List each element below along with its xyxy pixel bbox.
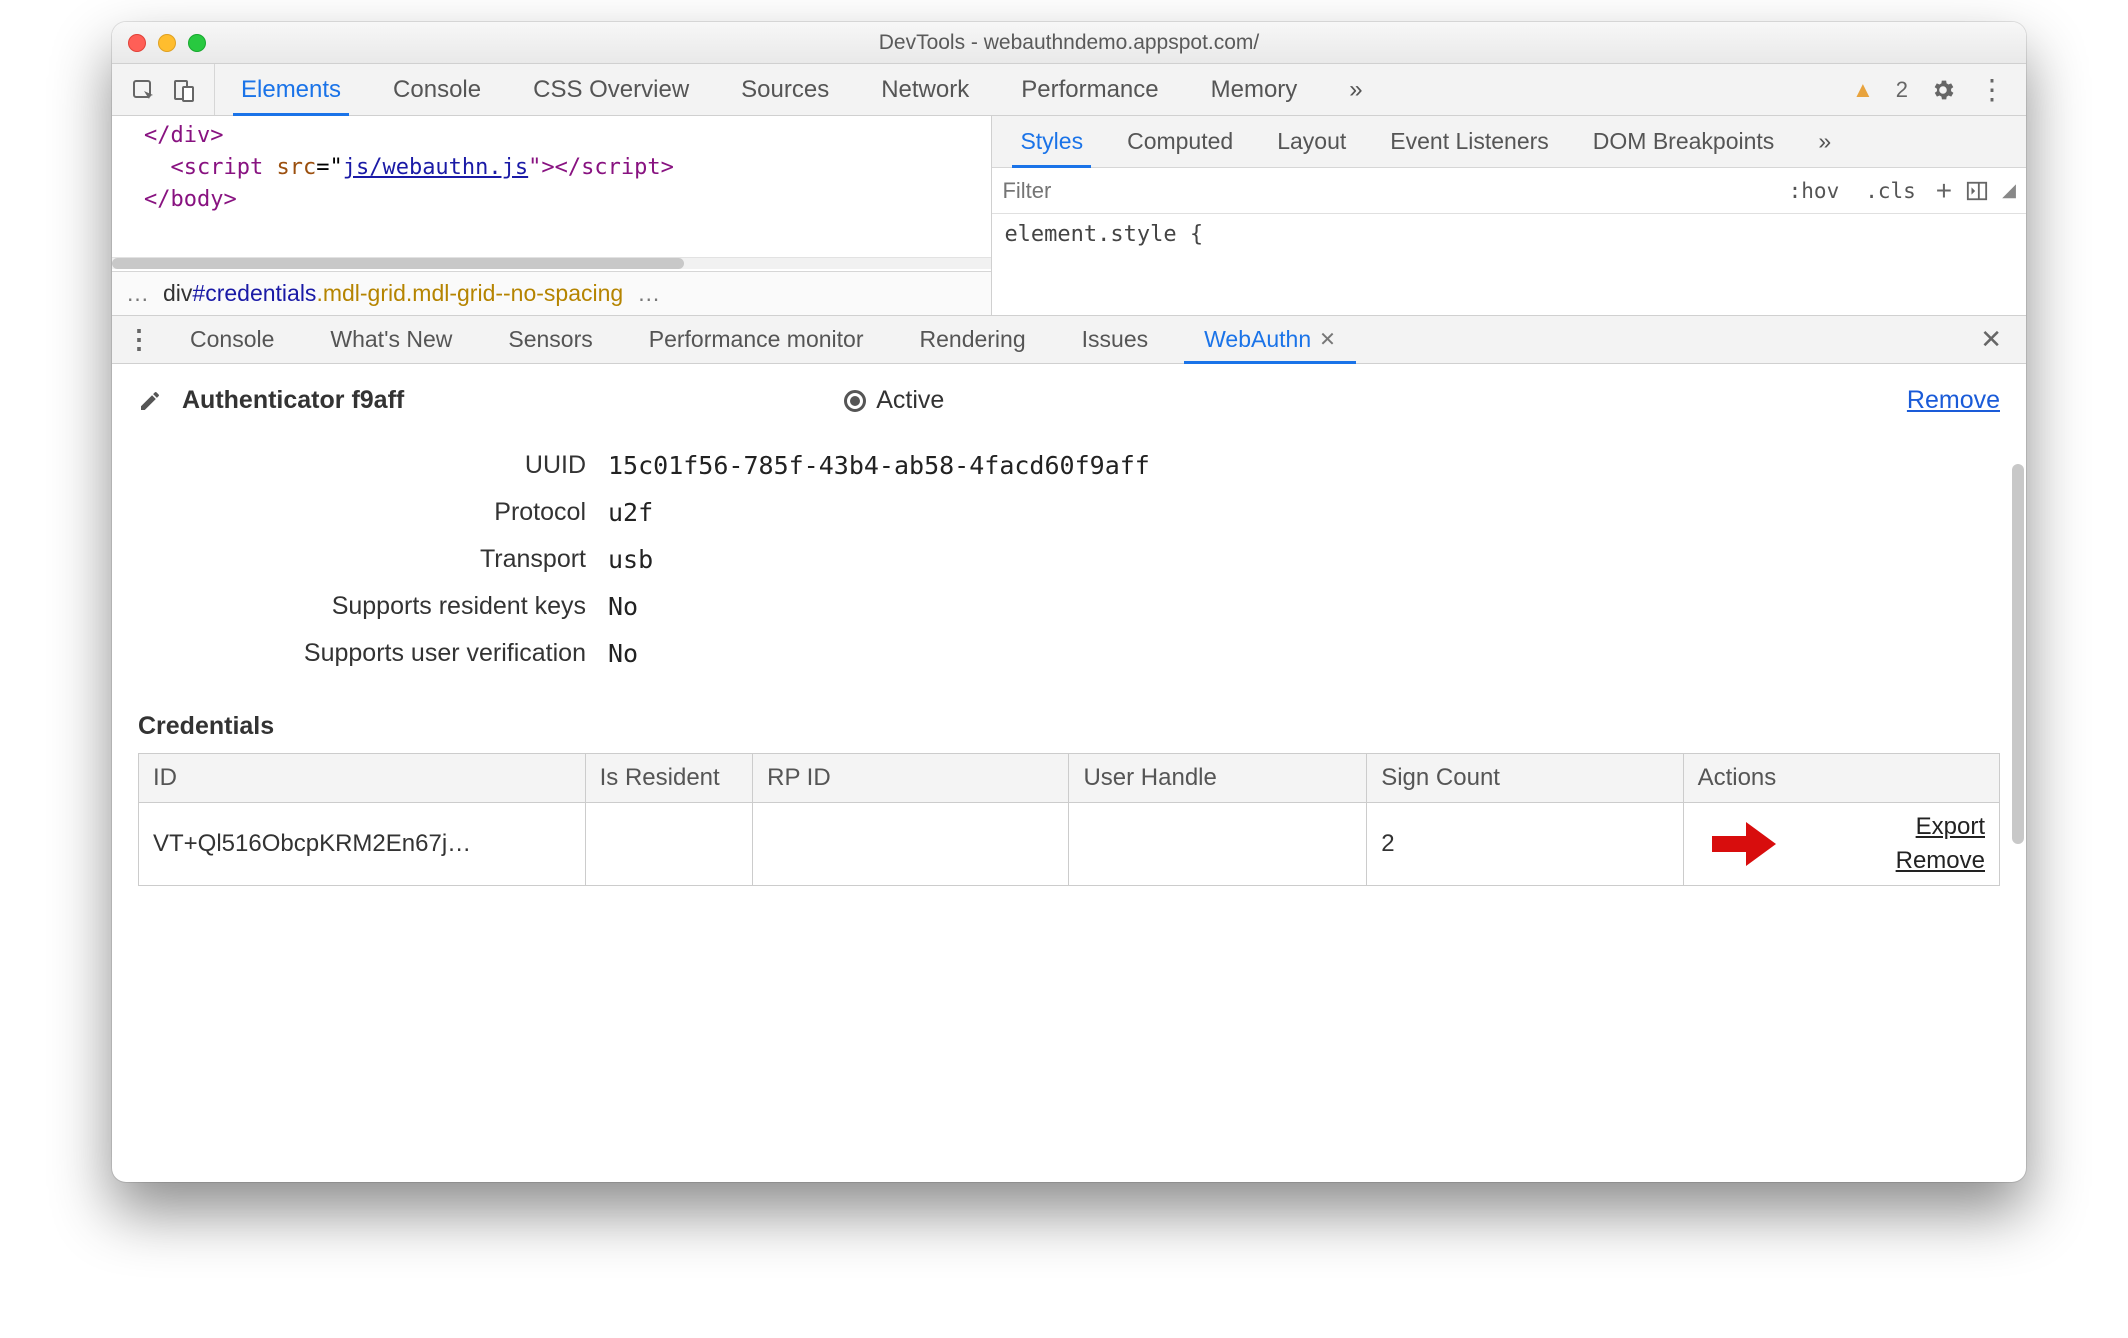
drawer-tab-issues[interactable]: Issues xyxy=(1054,316,1176,363)
styles-filter-row: :hov .cls + ◢ xyxy=(992,168,2026,214)
col-user-handle[interactable]: User Handle xyxy=(1069,754,1367,803)
styles-tab-styles[interactable]: Styles xyxy=(998,116,1105,167)
styles-subtabs: Styles Computed Layout Event Listeners D… xyxy=(992,116,2026,168)
tab-console[interactable]: Console xyxy=(367,64,507,115)
drawer-tab-whats-new[interactable]: What's New xyxy=(302,316,480,363)
col-is-resident[interactable]: Is Resident xyxy=(585,754,752,803)
tab-network[interactable]: Network xyxy=(855,64,995,115)
window-title: DevTools - webauthndemo.appspot.com/ xyxy=(112,31,2026,55)
webauthn-panel: Authenticator f9aff Active Remove UUID 1… xyxy=(112,364,2026,1182)
tab-performance[interactable]: Performance xyxy=(995,64,1184,115)
annotation-arrow-icon xyxy=(1708,816,1780,872)
drawer-tab-performance-monitor[interactable]: Performance monitor xyxy=(621,316,892,363)
uuid-label: UUID xyxy=(138,451,608,480)
authenticator-details: UUID 15c01f56-785f-43b4-ab58-4facd60f9af… xyxy=(138,451,2000,668)
warning-count[interactable]: 2 xyxy=(1896,77,1908,103)
credentials-heading: Credentials xyxy=(138,712,2000,741)
breadcrumb-prev[interactable]: … xyxy=(126,280,149,307)
cred-user-handle xyxy=(1069,803,1367,886)
tab-memory[interactable]: Memory xyxy=(1185,64,1324,115)
toolbar-left-icons xyxy=(112,64,215,115)
authenticator-name: Authenticator f9aff xyxy=(182,386,404,415)
main-tabs: Elements Console CSS Overview Sources Ne… xyxy=(215,64,1389,115)
cred-id: VT+Ql516ObcpKRM2En67j… xyxy=(139,803,586,886)
resident-value: No xyxy=(608,592,2000,621)
close-tab-icon[interactable]: ✕ xyxy=(1319,327,1336,352)
drawer-tab-rendering[interactable]: Rendering xyxy=(892,316,1054,363)
protocol-value: u2f xyxy=(608,498,2000,527)
styles-pane: Styles Computed Layout Event Listeners D… xyxy=(992,116,2026,315)
vertical-scrollbar[interactable] xyxy=(2012,464,2024,844)
styles-tab-computed[interactable]: Computed xyxy=(1105,116,1255,167)
remove-credential-link[interactable]: Remove xyxy=(1896,847,1985,875)
protocol-label: Protocol xyxy=(138,498,608,527)
more-tabs-button[interactable]: » xyxy=(1323,64,1388,115)
styles-tab-layout[interactable]: Layout xyxy=(1255,116,1368,167)
radio-icon xyxy=(844,390,866,412)
styles-filter-input[interactable] xyxy=(1002,178,1768,204)
cred-actions: Export Remove xyxy=(1683,803,1999,886)
table-row: VT+Ql516ObcpKRM2En67j… 2 Export Remove xyxy=(139,803,2000,886)
main-toolbar: Elements Console CSS Overview Sources Ne… xyxy=(112,64,2026,116)
kebab-menu-icon[interactable]: ⋮ xyxy=(1978,73,2004,106)
tab-sources[interactable]: Sources xyxy=(715,64,855,115)
elements-split: </div> <script src="js/webauthn.js"></sc… xyxy=(112,116,2026,316)
transport-value: usb xyxy=(608,545,2000,574)
toolbar-right: ▲ 2 ⋮ xyxy=(1852,73,2026,106)
settings-gear-icon[interactable] xyxy=(1930,77,1956,103)
col-actions[interactable]: Actions xyxy=(1683,754,1999,803)
authenticator-header: Authenticator f9aff Active Remove xyxy=(138,386,2000,415)
edit-pencil-icon[interactable] xyxy=(138,389,162,413)
cred-sign-count: 2 xyxy=(1367,803,1683,886)
drawer-menu-icon[interactable]: ⋮ xyxy=(126,324,162,355)
export-credential-link[interactable]: Export xyxy=(1916,813,1985,841)
tab-css-overview[interactable]: CSS Overview xyxy=(507,64,715,115)
styles-more-tabs[interactable]: » xyxy=(1796,116,1853,167)
close-drawer-icon[interactable]: ✕ xyxy=(1980,324,2012,355)
remove-authenticator-link[interactable]: Remove xyxy=(1907,386,2000,415)
col-sign-count[interactable]: Sign Count xyxy=(1367,754,1683,803)
device-toolbar-icon[interactable] xyxy=(172,79,194,101)
titlebar: DevTools - webauthndemo.appspot.com/ xyxy=(112,22,2026,64)
cred-rp-id xyxy=(753,803,1069,886)
table-header-row: ID Is Resident RP ID User Handle Sign Co… xyxy=(139,754,2000,803)
elements-code[interactable]: </div> <script src="js/webauthn.js"></sc… xyxy=(112,116,991,257)
hov-toggle[interactable]: :hov xyxy=(1783,179,1846,203)
active-radio[interactable]: Active xyxy=(844,386,944,415)
verify-label: Supports user verification xyxy=(138,639,608,668)
resize-corner-icon[interactable]: ◢ xyxy=(2002,180,2016,201)
drawer-tab-webauthn[interactable]: WebAuthn ✕ xyxy=(1176,316,1364,363)
uuid-value: 15c01f56-785f-43b4-ab58-4facd60f9aff xyxy=(608,451,2000,480)
devtools-window: DevTools - webauthndemo.appspot.com/ Ele… xyxy=(112,22,2026,1182)
add-rule-icon[interactable]: + xyxy=(1936,175,1952,207)
toggle-sidebar-icon[interactable] xyxy=(1966,180,1988,202)
styles-tab-event-listeners[interactable]: Event Listeners xyxy=(1368,116,1571,167)
active-label: Active xyxy=(876,386,944,415)
breadcrumb[interactable]: … div#credentials.mdl-grid.mdl-grid--no-… xyxy=(112,271,991,315)
cred-is-resident xyxy=(585,803,752,886)
breadcrumb-next[interactable]: … xyxy=(637,280,660,307)
drawer-tabbar: ⋮ Console What's New Sensors Performance… xyxy=(112,316,2026,364)
drawer-tab-sensors[interactable]: Sensors xyxy=(480,316,620,363)
horizontal-scrollbar[interactable] xyxy=(112,257,991,269)
breadcrumb-current[interactable]: div#credentials.mdl-grid.mdl-grid--no-sp… xyxy=(163,280,623,307)
drawer-tab-console[interactable]: Console xyxy=(162,316,302,363)
styles-tab-dom-breakpoints[interactable]: DOM Breakpoints xyxy=(1571,116,1797,167)
elements-tree-pane: </div> <script src="js/webauthn.js"></sc… xyxy=(112,116,992,315)
style-rule-body[interactable]: element.style { xyxy=(992,214,2026,315)
warning-icon[interactable]: ▲ xyxy=(1852,77,1874,103)
transport-label: Transport xyxy=(138,545,608,574)
credentials-table: ID Is Resident RP ID User Handle Sign Co… xyxy=(138,753,2000,886)
col-id[interactable]: ID xyxy=(139,754,586,803)
cls-toggle[interactable]: .cls xyxy=(1859,179,1922,203)
inspect-element-icon[interactable] xyxy=(132,79,154,101)
verify-value: No xyxy=(608,639,2000,668)
col-rp-id[interactable]: RP ID xyxy=(753,754,1069,803)
tab-elements[interactable]: Elements xyxy=(215,64,367,115)
resident-label: Supports resident keys xyxy=(138,592,608,621)
